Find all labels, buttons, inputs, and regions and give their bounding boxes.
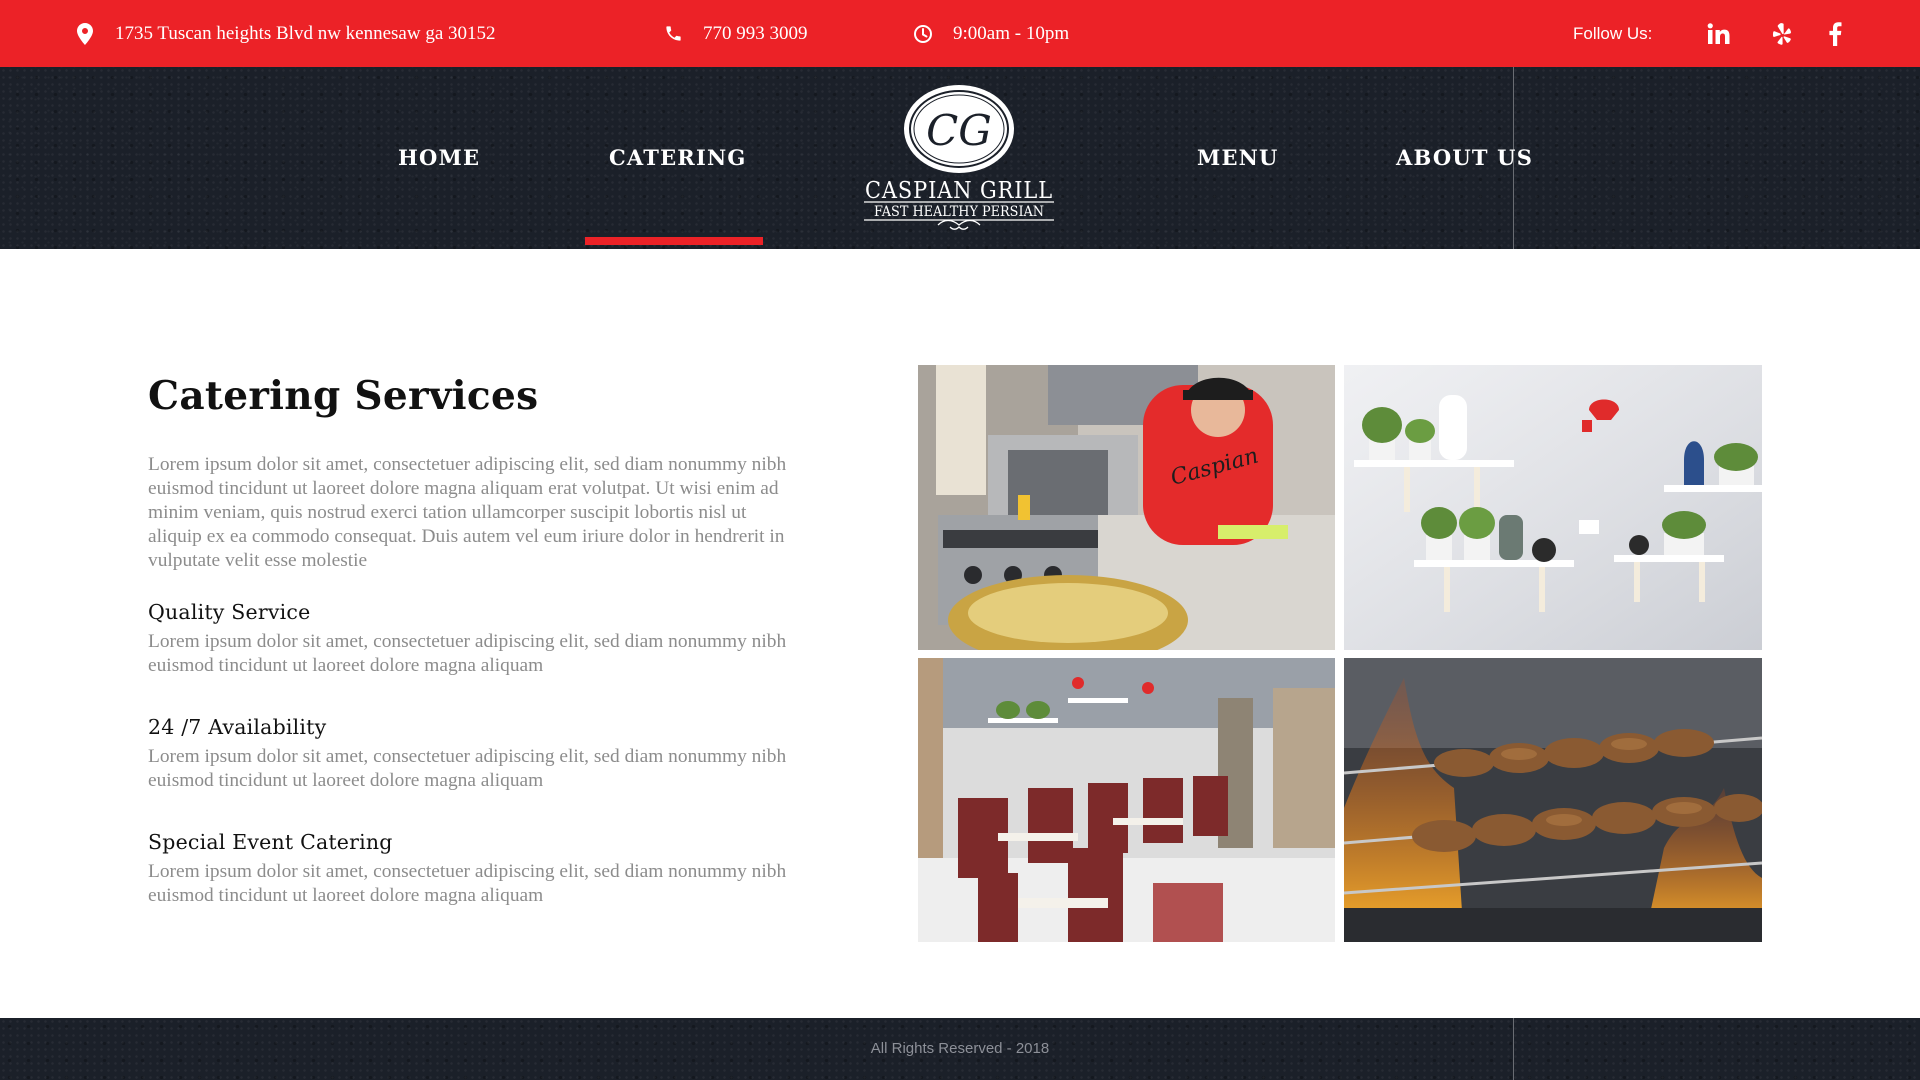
logo-tagline: FAST HEALTHY PERSIAN (874, 204, 1044, 220)
address-text: 1735 Tuscan heights Blvd nw kennesaw ga … (115, 22, 496, 44)
feature-text: Lorem ipsum dolor sit amet, consectetuer… (148, 861, 787, 906)
feature-availability: 24 /7 Availability Lorem ipsum dolor sit… (148, 715, 798, 793)
caspian-grill-logo[interactable]: CG CASPIAN GRILL FAST HEALTHY PERSIAN (858, 84, 1060, 232)
kebab-grill-photo (1344, 658, 1762, 942)
linkedin-icon[interactable] (1702, 0, 1736, 67)
header-divider (1513, 67, 1514, 249)
clock-icon (912, 23, 934, 45)
dining-room-photo (918, 658, 1335, 942)
nav-catering[interactable]: CATERING (609, 67, 747, 249)
intro-paragraph: Lorem ipsum dolor sit amet, consectetuer… (148, 454, 787, 571)
feature-quality-service: Quality Service Lorem ipsum dolor sit am… (148, 600, 798, 678)
feature-text: Lorem ipsum dolor sit amet, consectetuer… (148, 746, 787, 791)
map-pin-icon (74, 22, 96, 45)
follow-us-label: Follow Us: (1573, 23, 1653, 43)
copyright-text: All Rights Reserved - 2018 (870, 1040, 1050, 1057)
yelp-icon[interactable] (1765, 0, 1799, 67)
nav-active-indicator (585, 237, 763, 245)
footer-divider (1513, 1018, 1514, 1080)
address-info: 1735 Tuscan heights Blvd nw kennesaw ga … (74, 0, 496, 67)
logo-name: CASPIAN GRILL (865, 178, 1053, 204)
feature-title: Special Event Catering (148, 830, 393, 854)
nav-home[interactable]: HOME (398, 67, 480, 249)
wall-shelves-photo (1344, 365, 1762, 650)
feature-title: 24 /7 Availability (148, 715, 327, 739)
main-header: HOME CATERING CG CASPIAN GRILL FAST HEAL… (0, 67, 1920, 249)
page-title: Catering Services (148, 373, 539, 419)
nav-menu[interactable]: MENU (1197, 67, 1279, 249)
logo-monogram: CG (926, 106, 992, 155)
hours-text: 9:00am - 10pm (953, 22, 1070, 44)
kitchen-photo: Caspian (918, 365, 1335, 650)
facebook-icon[interactable] (1818, 0, 1852, 67)
footer: All Rights Reserved - 2018 (0, 1018, 1920, 1080)
hours-info: 9:00am - 10pm (912, 0, 1069, 67)
feature-text: Lorem ipsum dolor sit amet, consectetuer… (148, 631, 787, 676)
phone-text: 770 993 3009 (703, 22, 808, 44)
feature-special-event: Special Event Catering Lorem ipsum dolor… (148, 830, 798, 908)
phone-info[interactable]: 770 993 3009 (662, 0, 808, 67)
top-info-bar: 1735 Tuscan heights Blvd nw kennesaw ga … (0, 0, 1920, 67)
feature-title: Quality Service (148, 600, 311, 624)
phone-icon (662, 23, 684, 45)
